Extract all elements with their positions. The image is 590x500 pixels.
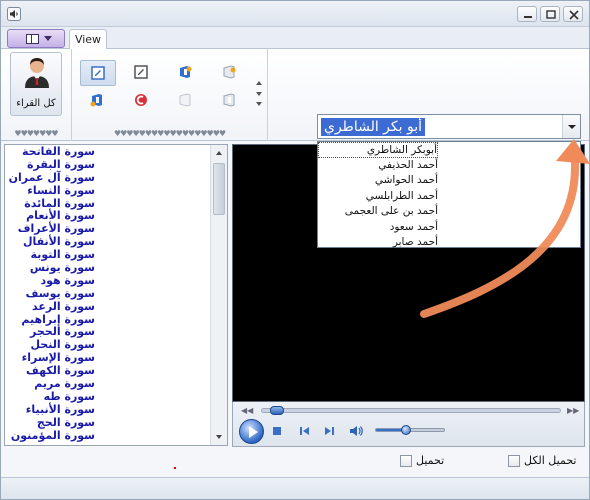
surah-list-item[interactable]: سورة التوبة	[5, 248, 95, 261]
style-option-3[interactable]	[168, 60, 204, 86]
close-icon	[569, 10, 579, 20]
surah-list-item[interactable]: سورة المؤمنون	[5, 429, 95, 442]
surah-list-item[interactable]: سورة يونس	[5, 261, 95, 274]
close-button[interactable]	[563, 6, 583, 22]
next-icon[interactable]	[323, 424, 337, 438]
volume-handle[interactable]	[401, 425, 411, 435]
scroll-up-icon[interactable]	[216, 151, 222, 155]
speaker-icon[interactable]	[7, 7, 21, 21]
download-option: تحميل	[397, 453, 457, 469]
red-circle-icon	[135, 94, 147, 106]
document-style-icon	[134, 65, 148, 79]
group-caption-styles: ♥♥♥♥♥♥♥♥♥♥♥♥♥♥♥♥♥♥	[113, 129, 226, 138]
style-option-2[interactable]	[124, 60, 160, 86]
curved-arrow-icon	[420, 139, 590, 318]
office-icon	[90, 94, 102, 107]
maximize-button[interactable]	[540, 6, 560, 22]
stop-icon[interactable]	[270, 424, 284, 438]
surah-list-item[interactable]: سورة النحل	[5, 338, 95, 351]
style-option-5[interactable]	[80, 88, 116, 114]
person-icon	[25, 58, 49, 88]
panel-icon	[26, 34, 39, 44]
group-caption-reciters: ♥♥♥♥♥♥♥	[14, 129, 58, 138]
tab-view[interactable]: View	[69, 29, 107, 50]
surah-list-item[interactable]: سورة البقرة	[5, 158, 95, 171]
main-window: View كل القراء ♥♥♥♥♥♥♥ ♥♥♥♥♥♥♥♥♥♥♥♥♥♥♥♥♥…	[0, 0, 590, 500]
all-reciters-label: كل القراء	[16, 98, 56, 109]
seek-forward-icon[interactable]: ▶▶	[567, 406, 579, 415]
seek-bar[interactable]	[261, 408, 561, 413]
style-option-4[interactable]	[212, 60, 248, 86]
scroll-down-icon[interactable]	[216, 435, 222, 439]
minimize-button[interactable]	[517, 6, 537, 22]
download-all-label: تحميل الكل	[524, 454, 577, 467]
style-option-7[interactable]	[168, 88, 204, 114]
surah-list-item[interactable]: سورة يوسف	[5, 287, 95, 300]
title-bar	[1, 1, 589, 27]
reciter-combobox[interactable]: أبو بكر الشاطري	[317, 114, 581, 139]
marker-dot	[174, 467, 176, 469]
previous-icon[interactable]	[297, 424, 311, 438]
office-icon	[180, 66, 192, 78]
media-player-controls: ◀◀ ▶▶	[232, 402, 585, 447]
surah-list-item[interactable]: سورة الأنعام	[5, 209, 95, 223]
seek-back-icon[interactable]: ◀◀	[241, 406, 253, 415]
download-all-checkbox[interactable]	[508, 455, 520, 467]
surah-list-item[interactable]: سورة الأنفال	[5, 235, 95, 248]
ribbon-group-reciters: كل القراء ♥♥♥♥♥♥♥	[1, 49, 72, 141]
seek-handle[interactable]	[270, 406, 284, 415]
surah-list-item[interactable]: سورة الحج	[5, 416, 95, 429]
document-style-icon	[91, 66, 105, 80]
style-option-1[interactable]	[80, 60, 116, 86]
play-button[interactable]	[239, 419, 264, 444]
chevron-down-icon[interactable]	[256, 92, 262, 96]
surah-list-item[interactable]: سورة هود	[5, 274, 95, 287]
ribbon-tab-bar: View	[1, 27, 589, 50]
style-option-8[interactable]	[212, 88, 248, 114]
download-all-option: تحميل الكل	[506, 453, 586, 469]
surah-list-item[interactable]: سورة الرعد	[5, 300, 95, 313]
surah-list-item[interactable]: سورة الكهف	[5, 364, 95, 377]
surah-list-item[interactable]: سورة الإسراء	[5, 351, 95, 364]
office-icon	[179, 93, 191, 107]
surah-list-item[interactable]: سورة مريم	[5, 377, 95, 390]
office-icon	[223, 65, 236, 79]
all-reciters-button[interactable]: كل القراء	[10, 52, 62, 116]
download-checkbox[interactable]	[400, 455, 412, 467]
dropdown-arrow-icon[interactable]	[562, 115, 580, 138]
style-option-6[interactable]	[124, 88, 160, 114]
surah-list-item[interactable]: سورة طه	[5, 390, 95, 403]
surah-list-item[interactable]: سورة إبراهيم	[5, 313, 95, 326]
chevron-up-icon[interactable]	[256, 81, 262, 85]
download-label: تحميل	[416, 454, 445, 467]
surah-list-item[interactable]: سورة الأعراف	[5, 222, 95, 235]
gallery-expand-icon[interactable]	[256, 102, 262, 106]
office-icon	[223, 93, 235, 107]
status-bar	[1, 477, 589, 499]
chevron-down-icon	[44, 36, 52, 41]
maximize-icon	[546, 10, 556, 19]
surah-list-item[interactable]: سورة الأنبياء	[5, 403, 95, 416]
ribbon-group-styles: ♥♥♥♥♥♥♥♥♥♥♥♥♥♥♥♥♥♥	[72, 49, 268, 141]
minimize-icon	[524, 16, 532, 18]
volume-icon[interactable]	[349, 424, 363, 438]
surah-list-item[interactable]: سورة الفاتحة	[5, 145, 95, 158]
application-menu-button[interactable]	[7, 29, 65, 48]
reciter-selected-value[interactable]: أبو بكر الشاطري	[321, 118, 426, 136]
surah-list-item[interactable]: سورة الحجر	[5, 325, 95, 339]
